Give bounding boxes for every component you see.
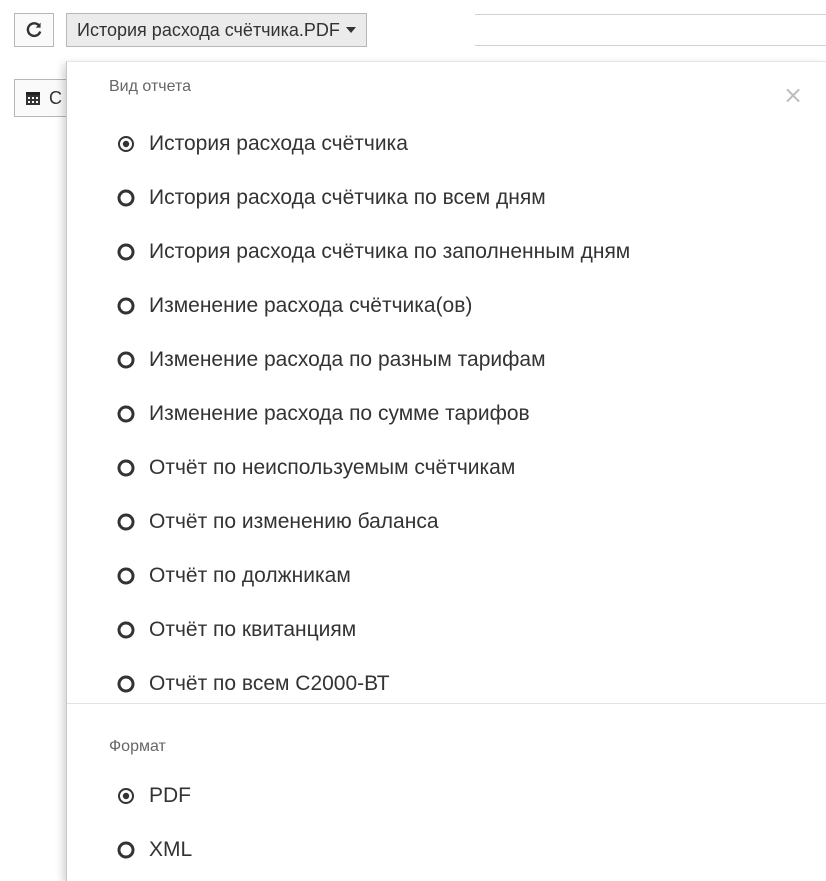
- radio-unchecked-icon: [117, 351, 135, 369]
- radio-unchecked-icon: [117, 297, 135, 315]
- format-heading: Формат: [109, 738, 166, 755]
- report-type-option[interactable]: История расхода счётчика: [117, 117, 630, 171]
- report-type-option[interactable]: Отчёт по квитанциям: [117, 603, 630, 657]
- refresh-button[interactable]: [14, 13, 54, 47]
- report-type-option-label: История расхода счётчика по всем дням: [149, 186, 546, 209]
- date-button-text: С: [49, 87, 62, 108]
- report-page: История расхода счётчика.PDF С Вид отчет…: [0, 0, 826, 881]
- report-type-option-label: Изменение расхода по разным тарифам: [149, 348, 546, 371]
- radio-unchecked-icon: [117, 513, 135, 531]
- format-option[interactable]: PDF: [117, 769, 192, 823]
- report-type-option[interactable]: История расхода счётчика по всем дням: [117, 171, 630, 225]
- report-type-option[interactable]: Отчёт по неиспользуемым счётчикам: [117, 441, 630, 495]
- report-type-option[interactable]: История расхода счётчика по заполненным …: [117, 225, 630, 279]
- calendar-icon: [26, 92, 40, 105]
- caret-down-icon: [345, 27, 356, 33]
- radio-unchecked-icon: [117, 567, 135, 585]
- report-type-list: История расхода счётчика История расхода …: [117, 117, 630, 711]
- report-type-option-label: Изменение расхода по сумме тарифов: [149, 402, 530, 425]
- report-type-option-label: Отчёт по квитанциям: [149, 618, 357, 641]
- report-type-option-label: История расхода счётчика по заполненным …: [149, 240, 631, 263]
- report-type-heading: Вид отчета: [109, 78, 192, 95]
- report-type-option[interactable]: Изменение расхода по разным тарифам: [117, 333, 630, 387]
- toolbar-input-area: [475, 14, 826, 46]
- radio-unchecked-icon: [117, 459, 135, 477]
- report-type-option[interactable]: Отчёт по должникам: [117, 549, 630, 603]
- report-dropdown-label: История расхода счётчика.PDF: [77, 19, 340, 40]
- report-format-dropdown[interactable]: История расхода счётчика.PDF: [66, 13, 367, 47]
- report-type-option-label: Отчёт по неиспользуемым счётчикам: [149, 456, 516, 479]
- format-option[interactable]: XML: [117, 823, 192, 877]
- report-type-option-label: Изменение расхода счётчика(ов): [149, 294, 473, 317]
- radio-unchecked-icon: [117, 405, 135, 423]
- radio-checked-icon: [118, 136, 134, 152]
- report-type-option-label: История расхода счётчика: [149, 132, 408, 155]
- radio-checked-icon: [118, 788, 134, 804]
- report-type-option[interactable]: Изменение расхода по сумме тарифов: [117, 387, 630, 441]
- date-button[interactable]: С: [14, 79, 74, 117]
- report-options-panel: Вид отчета × История расхода счётчика Ист…: [66, 61, 826, 881]
- format-option-label: PDF: [149, 784, 191, 807]
- report-type-option-label: Отчёт по должникам: [149, 564, 351, 587]
- radio-unchecked-icon: [117, 243, 135, 261]
- section-divider: [67, 703, 826, 704]
- radio-unchecked-icon: [117, 621, 135, 639]
- report-type-option-label: Отчёт по всем С2000-ВТ: [149, 672, 390, 695]
- report-type-option-label: Отчёт по изменению баланса: [149, 510, 439, 533]
- radio-unchecked-icon: [117, 841, 135, 859]
- refresh-icon: [26, 22, 42, 38]
- report-type-option[interactable]: Отчёт по изменению баланса: [117, 495, 630, 549]
- report-type-option[interactable]: Изменение расхода счётчика(ов): [117, 279, 630, 333]
- radio-unchecked-icon: [117, 675, 135, 693]
- format-option-label: XML: [149, 838, 193, 861]
- close-icon[interactable]: ×: [783, 83, 803, 107]
- radio-unchecked-icon: [117, 189, 135, 207]
- format-list: PDF XML: [117, 769, 192, 877]
